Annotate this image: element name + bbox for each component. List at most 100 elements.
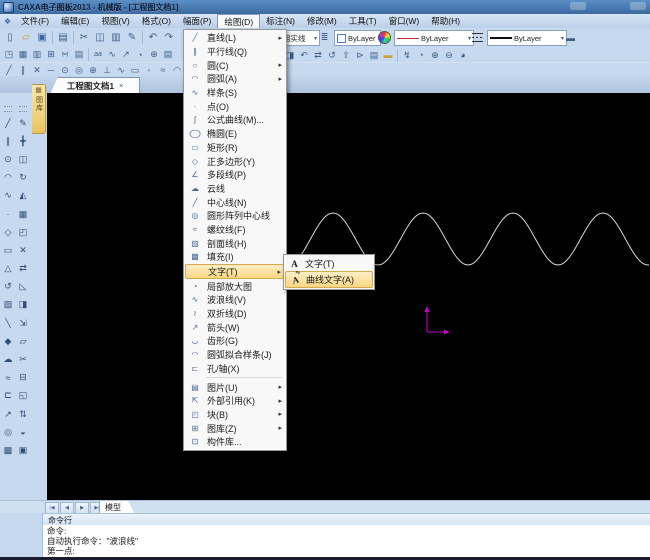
menubar-item-format[interactable]: 格式(O)	[136, 14, 177, 28]
save-icon[interactable]: ▣	[34, 30, 50, 45]
block-icon[interactable]: ▣	[16, 441, 30, 459]
parallel-tool-icon[interactable]: ∥	[16, 64, 30, 76]
copy-icon[interactable]: ◫	[92, 30, 108, 45]
document-tab[interactable]: 工程图文档1 ×	[50, 77, 140, 94]
hline-tool-icon[interactable]: ─	[44, 64, 58, 76]
explode-icon[interactable]: ▱	[16, 332, 30, 350]
menu-item-gear[interactable]: ◡ 齿形(G)	[185, 334, 285, 348]
menu-item-arc[interactable]: ◠ 圆弧(A)	[185, 72, 285, 86]
new-icon[interactable]: ▯	[2, 30, 18, 45]
menu-item-centerline[interactable]: ╱ 中心线(N)	[185, 195, 285, 209]
menubar-item-tools[interactable]: 工具(T)	[343, 14, 383, 28]
concentric-tool-icon[interactable]: ◎	[72, 64, 86, 76]
clip-icon[interactable]: ✂	[16, 350, 30, 368]
raster-tool-icon[interactable]: ▤	[161, 49, 175, 61]
format-brush-icon[interactable]: ✎	[124, 30, 140, 45]
erase-tool-icon[interactable]: ✕	[30, 64, 44, 76]
align-icon[interactable]: ⇅	[16, 405, 30, 423]
menu-item-thread-line[interactable]: ≈ 螺纹线(F)	[185, 223, 285, 237]
redo-icon[interactable]: ↷	[161, 30, 177, 45]
menu-item-text[interactable]: 文字(T)	[185, 264, 285, 280]
mirror-icon[interactable]: ◭	[16, 187, 30, 205]
polygon-icon[interactable]: ◇	[1, 223, 15, 241]
submenu-item-curve-text[interactable]: A 曲线文字(A)	[285, 271, 373, 288]
menubar-item-dimension[interactable]: 标注(N)	[260, 14, 301, 28]
menu-item-hole-shaft[interactable]: ⊏ 孔/轴(X)	[185, 362, 285, 376]
menubar-item-help[interactable]: 帮助(H)	[425, 14, 466, 28]
view-swap-icon[interactable]: ⇄	[311, 49, 325, 61]
parameter-table-icon[interactable]: ⊞	[44, 49, 58, 61]
menu-item-detail-view[interactable]: ◔ 局部放大图	[185, 279, 285, 293]
circle-tool-icon[interactable]: ⊙	[58, 64, 72, 76]
fill-icon[interactable]: ▩	[1, 441, 15, 459]
point-tool-icon[interactable]: ⊕	[86, 64, 100, 76]
sheet-settings-icon[interactable]: ▦	[16, 49, 30, 61]
wave-tool-icon[interactable]: ≈	[156, 64, 170, 76]
dot-tool-icon[interactable]: ◦	[142, 64, 156, 76]
library-side-tab[interactable]: ▦ 图库	[32, 84, 46, 134]
view-undo-icon[interactable]: ↶	[297, 49, 311, 61]
window-minimize-button[interactable]	[570, 2, 586, 10]
lineweight-combo[interactable]: ByLayer	[487, 30, 567, 46]
menu-item-component-library[interactable]: ⊡ 构件库...	[185, 435, 285, 449]
parallel-line-icon[interactable]: ∥	[1, 132, 15, 150]
ruler-icon[interactable]: ▬	[381, 49, 395, 61]
layer-up-icon[interactable]: ⇧	[339, 49, 353, 61]
break-icon[interactable]: ⊟	[16, 369, 30, 387]
fillet-icon[interactable]: ◒	[16, 423, 30, 441]
menu-item-formula-curve[interactable]: ∫ 公式曲线(M)...	[185, 113, 285, 127]
menu-item-double-break[interactable]: ≀ 双折线(D)	[185, 307, 285, 321]
exchange-icon[interactable]: ⇄	[16, 260, 30, 278]
color-wheel-icon[interactable]	[377, 30, 392, 45]
menu-item-circle[interactable]: ○ 圆(C)	[185, 58, 285, 72]
menu-item-hatch[interactable]: ▨ 剖面线(H)	[185, 236, 285, 250]
rect-tool-icon[interactable]: ▭	[128, 64, 142, 76]
dynamic-pan-icon[interactable]: ↯	[400, 49, 414, 61]
leader-tool-icon[interactable]: ↗	[119, 49, 133, 61]
layer-manager-icon[interactable]: ≣	[317, 30, 332, 45]
delete-icon[interactable]: ✕	[16, 241, 30, 259]
detail-view-icon[interactable]: ◔	[133, 49, 147, 61]
array-icon[interactable]: ▦	[16, 205, 30, 223]
arc-icon[interactable]: ◠	[1, 169, 15, 187]
zoom-out-icon[interactable]: ⊖	[442, 49, 456, 61]
tab-close-icon[interactable]: ×	[119, 83, 123, 90]
palette-panel-icon[interactable]: ▤	[367, 49, 381, 61]
menu-item-library[interactable]: ⊞ 图库(Z)	[185, 421, 285, 435]
command-line-output[interactable]: 命令:自动执行命令："波浪线"第一点:第二点:	[42, 525, 650, 558]
menu-item-spline[interactable]: ∿ 样条(S)	[185, 86, 285, 100]
zoom-in-icon[interactable]: ⊕	[428, 49, 442, 61]
extend-icon[interactable]: ◨	[16, 296, 30, 314]
paste-icon[interactable]: ▥	[108, 30, 124, 45]
menu-item-array-centerline[interactable]: ◎ 圆形阵列中心线	[185, 209, 285, 223]
zoom-previous-icon[interactable]: ◕	[456, 49, 470, 61]
sheet-fill-icon[interactable]: ▤	[72, 49, 86, 61]
zoom-window-icon[interactable]: ◔	[414, 49, 428, 61]
spline-icon[interactable]: ∿	[114, 64, 128, 76]
open-icon[interactable]: ▱	[18, 30, 34, 45]
menubar-item-file[interactable]: 文件(F)	[15, 14, 55, 28]
menu-item-polygon[interactable]: ◇ 正多边形(Y)	[185, 154, 285, 168]
menu-item-block[interactable]: ◰ 块(B)	[185, 408, 285, 422]
zoom-tool-icon[interactable]: ⊕	[147, 49, 161, 61]
menu-item-line[interactable]: ╱ 直线(L)	[185, 31, 285, 45]
spline-icon[interactable]: ∿	[1, 187, 15, 205]
linetype-combo[interactable]: ByLayer	[394, 30, 474, 46]
menu-item-wave-line[interactable]: ∿ 波浪线(V)	[185, 293, 285, 307]
rectangle-icon[interactable]: ▭	[1, 241, 15, 259]
menu-item-cloud[interactable]: ☁ 云线	[185, 182, 285, 196]
line-tool-icon[interactable]: ╱	[2, 64, 16, 76]
move-icon[interactable]: ╋	[16, 132, 30, 150]
menu-item-polyline[interactable]: ∠ 多段线(P)	[185, 168, 285, 182]
hole-shaft-icon[interactable]: ⊏	[1, 387, 15, 405]
bom-table-icon[interactable]: ∺	[58, 49, 72, 61]
menu-item-fill[interactable]: ▩ 填充(I)	[185, 250, 285, 264]
menubar-item-draw[interactable]: 绘图(D)	[217, 14, 260, 28]
menubar-item-view[interactable]: 视图(V)	[95, 14, 135, 28]
palette-grip[interactable]	[4, 106, 12, 112]
wave-line-icon[interactable]: ≈	[1, 369, 15, 387]
print-icon[interactable]: ▤	[55, 30, 71, 45]
palette-grip[interactable]	[19, 106, 27, 112]
menu-item-xref[interactable]: ⇱ 外部引用(K)	[185, 394, 285, 408]
copy-object-icon[interactable]: ◫	[16, 150, 30, 168]
